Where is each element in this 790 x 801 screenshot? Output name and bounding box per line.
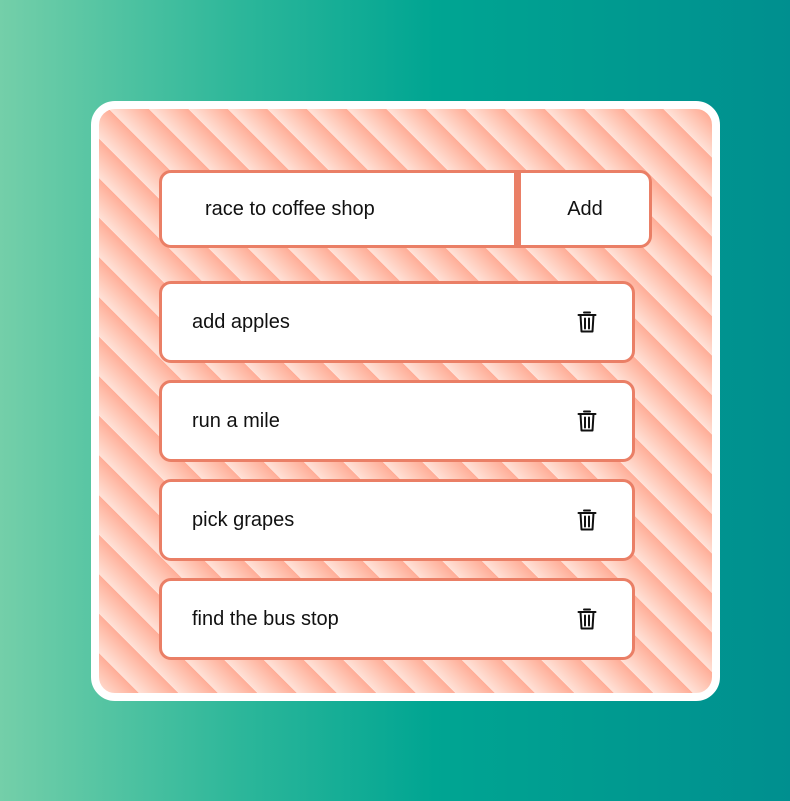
todo-card: Add add apples run a mile pick grapes	[91, 101, 720, 701]
new-task-input[interactable]	[159, 170, 517, 248]
delete-task-button[interactable]	[574, 604, 600, 634]
add-task-button[interactable]: Add	[517, 170, 652, 248]
task-list: add apples run a mile pick grapes find t…	[159, 281, 635, 677]
delete-task-button[interactable]	[574, 307, 600, 337]
task-item: pick grapes	[159, 479, 635, 561]
task-label: add apples	[192, 310, 290, 333]
task-item: find the bus stop	[159, 578, 635, 660]
task-label: run a mile	[192, 409, 280, 432]
trash-icon	[577, 509, 597, 531]
task-label: find the bus stop	[192, 607, 339, 630]
add-task-bar: Add	[159, 170, 652, 248]
task-item: add apples	[159, 281, 635, 363]
delete-task-button[interactable]	[574, 505, 600, 535]
delete-task-button[interactable]	[574, 406, 600, 436]
trash-icon	[577, 410, 597, 432]
trash-icon	[577, 311, 597, 333]
task-item: run a mile	[159, 380, 635, 462]
trash-icon	[577, 608, 597, 630]
task-label: pick grapes	[192, 508, 295, 531]
